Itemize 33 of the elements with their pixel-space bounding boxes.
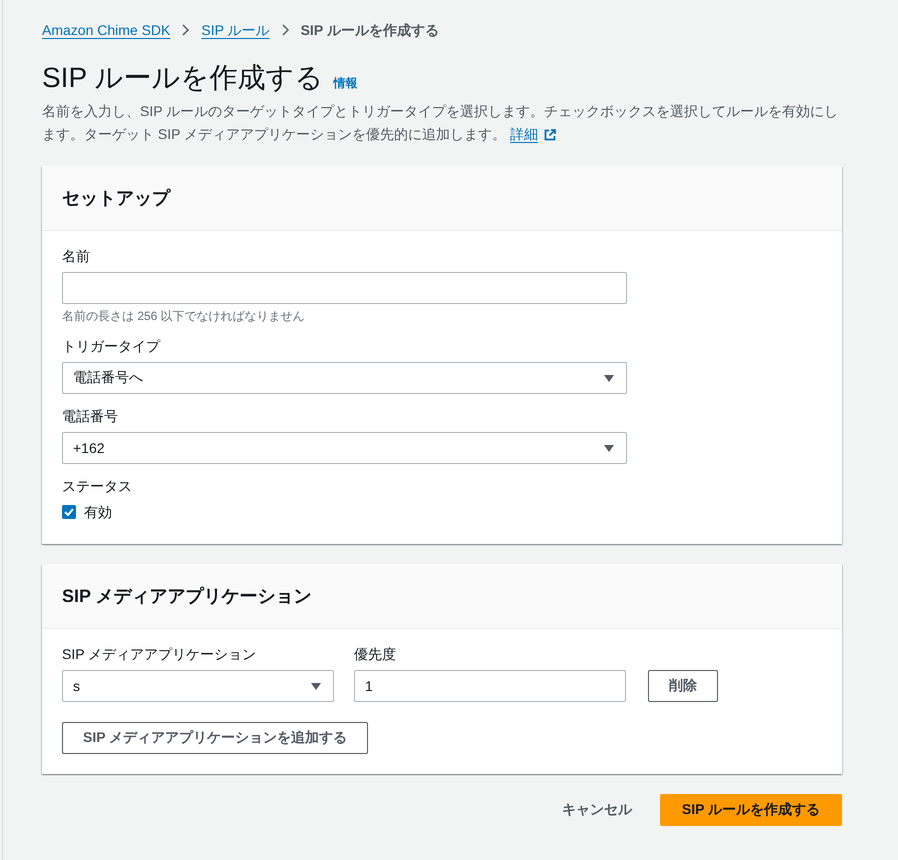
checkbox-option[interactable]: 有効 xyxy=(62,502,627,522)
caret-down-icon xyxy=(311,682,321,690)
chevron-right-icon xyxy=(182,24,190,36)
field-label: 名前 xyxy=(62,247,91,266)
field-label: 電話番号 xyxy=(62,407,119,426)
cancel-button[interactable]: キャンセル xyxy=(562,794,632,826)
caret-down-icon xyxy=(604,374,614,382)
column-label: 優先度 xyxy=(354,645,397,664)
breadcrumb-link[interactable]: SIP ルール xyxy=(201,20,270,40)
breadcrumb-link[interactable]: Amazon Chime SDK xyxy=(42,20,170,40)
field-hint: 名前の長さは 256 以下でなければなりません xyxy=(62,308,306,324)
caret-down-icon xyxy=(604,444,614,452)
field-label: ステータス xyxy=(62,477,133,496)
select-field[interactable]: +162 xyxy=(62,432,627,464)
external-link-icon xyxy=(544,128,556,140)
field-label: トリガータイプ xyxy=(62,337,162,356)
page-title: SIP ルールを作成する xyxy=(42,61,324,95)
card-title: SIP メディアアプリケーション xyxy=(62,585,313,608)
breadcrumb-current: SIP ルールを作成する xyxy=(300,21,439,40)
details-link[interactable]: 詳細 xyxy=(510,123,556,146)
input-field[interactable]: 1 xyxy=(354,670,626,702)
card-title: セットアップ xyxy=(62,187,172,210)
select-field[interactable]: 電話番号へ xyxy=(62,362,627,394)
remove-button[interactable]: 削除 xyxy=(648,670,718,702)
info-link[interactable]: 情報 xyxy=(333,75,358,92)
add-button[interactable]: SIP メディアアプリケーションを追加する xyxy=(62,722,368,754)
input-field[interactable] xyxy=(62,272,627,304)
chevron-right-icon xyxy=(282,24,289,36)
column-label: SIP メディアアプリケーション xyxy=(62,645,258,664)
page-description: 名前を入力し、SIP ルールのターゲットタイプとトリガータイプを選択します。チェックボックスを選択してルールを有効にします。ターゲット SIP メディアアプリケーションを優先的に追加します。 詳細 xyxy=(42,100,842,146)
create-button[interactable]: SIP ルールを作成する xyxy=(660,794,842,826)
select-field[interactable]: s xyxy=(62,670,334,702)
checkbox-icon[interactable] xyxy=(62,505,76,519)
